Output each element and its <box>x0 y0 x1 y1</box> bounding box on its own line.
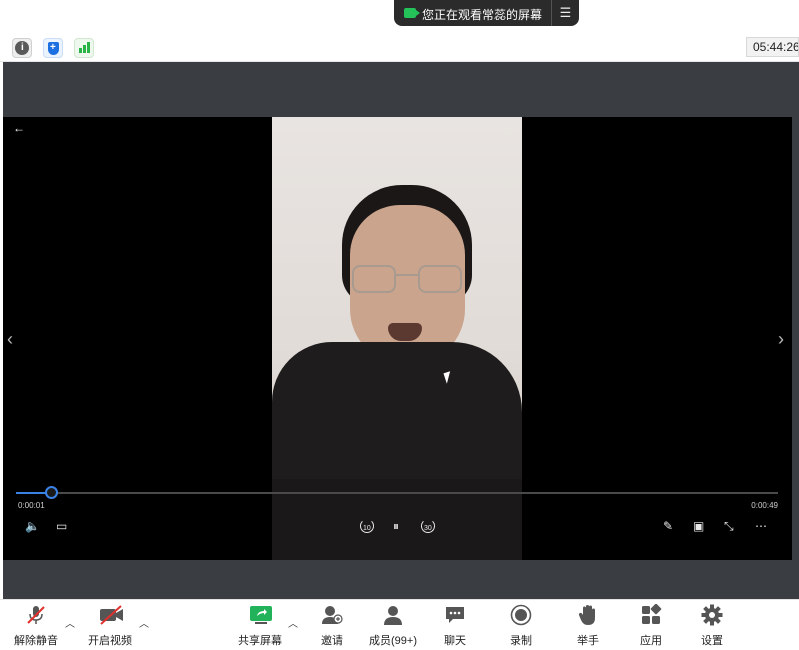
raise-hand-label: 举手 <box>577 635 599 647</box>
chat-label: 聊天 <box>444 635 466 647</box>
subtitles-icon[interactable]: ▭ <box>56 519 67 533</box>
glasses-bridge <box>396 274 418 276</box>
unmute-label: 解除静音 <box>14 635 58 647</box>
invite-button[interactable]: 邀请 <box>313 600 351 650</box>
info-icon[interactable]: i <box>12 38 32 58</box>
raise-hand-button[interactable]: 举手 <box>571 600 605 650</box>
status-bar: i + <box>0 32 799 62</box>
glasses-left-lens <box>352 265 396 293</box>
pencil-icon[interactable]: ✎ <box>663 519 673 533</box>
record-label: 录制 <box>510 635 532 647</box>
meeting-clock: 05:44:26 <box>746 37 799 57</box>
camera-icon <box>404 8 420 18</box>
settings-label: 设置 <box>701 635 723 647</box>
share-screen-button[interactable]: 共享屏幕 <box>236 600 284 650</box>
glasses-right-lens <box>418 265 462 293</box>
apps-label: 应用 <box>640 635 662 647</box>
shield-icon[interactable]: + <box>43 38 63 58</box>
add-person-icon <box>321 604 343 626</box>
current-time: 0:00:01 <box>18 501 45 510</box>
rewind-10-icon[interactable]: 10 <box>360 519 374 533</box>
video-options-chevron-icon[interactable]: ︿ <box>139 615 149 630</box>
settings-button[interactable]: 设置 <box>695 600 729 650</box>
participants-icon <box>382 604 404 626</box>
chat-button[interactable]: 聊天 <box>438 600 472 650</box>
camera-off-icon <box>99 604 123 626</box>
sharing-banner: 您正在观看常蕊的屏幕 ☰ <box>394 0 579 26</box>
participants-button[interactable]: 成员(99+) <box>365 600 421 650</box>
invite-label: 邀请 <box>321 635 343 647</box>
progress-knob[interactable] <box>45 486 59 499</box>
video-player[interactable]: ← ‹ › 0:00:01 0:00:49 🔈 ▭ 10 ⏸ 30 ✎ ▣ ⤡ … <box>3 117 792 560</box>
duration-time: 0:00:49 <box>751 501 778 510</box>
next-chevron-icon[interactable]: › <box>778 329 784 350</box>
meeting-window: 您正在观看常蕊的屏幕 ☰ i + 05:44:26 ← ‹ › 0:00:01 … <box>0 0 799 650</box>
progress-bar[interactable] <box>16 486 778 499</box>
record-button[interactable]: 录制 <box>504 600 538 650</box>
record-icon <box>510 604 532 626</box>
share-screen-icon <box>249 604 272 626</box>
microphone-muted-icon <box>25 604 47 626</box>
chat-bubble-icon <box>444 604 466 626</box>
volume-icon[interactable]: 🔈 <box>25 519 40 533</box>
pause-icon[interactable]: ⏸ <box>393 519 399 534</box>
unmute-button[interactable]: 解除静音 <box>12 600 60 650</box>
back-arrow-icon[interactable]: ← <box>13 121 25 135</box>
start-video-label: 开启视频 <box>88 635 132 647</box>
start-video-button[interactable]: 开启视频 <box>84 600 136 650</box>
participants-label: 成员(99+) <box>369 635 417 647</box>
view-options-button[interactable]: ☰ <box>551 0 579 26</box>
signal-strength-icon[interactable] <box>74 38 94 58</box>
exit-fullscreen-icon[interactable]: ⤡ <box>724 519 734 534</box>
share-options-chevron-icon[interactable]: ︿ <box>288 615 298 630</box>
more-options-icon[interactable]: ⋯ <box>755 519 767 533</box>
previous-chevron-icon[interactable]: ‹ <box>7 329 13 350</box>
hand-icon <box>577 604 599 626</box>
forward-30-icon[interactable]: 30 <box>421 519 435 533</box>
audio-options-chevron-icon[interactable]: ︿ <box>65 615 75 630</box>
sharing-banner-text: 您正在观看常蕊的屏幕 <box>422 8 543 22</box>
apps-button[interactable]: 应用 <box>634 600 668 650</box>
shared-screen-area: ← ‹ › 0:00:01 0:00:49 🔈 ▭ 10 ⏸ 30 ✎ ▣ ⤡ … <box>3 62 799 599</box>
picture-in-picture-icon[interactable]: ▣ <box>693 519 704 533</box>
share-screen-label: 共享屏幕 <box>238 635 282 647</box>
apps-grid-icon <box>640 603 662 626</box>
meeting-toolbar: 解除静音 ︿ 开启视频 ︿ 共享屏幕 ︿ 邀请 成员(99+) 聊天 录制 举手… <box>0 599 799 650</box>
gear-icon <box>701 604 723 626</box>
